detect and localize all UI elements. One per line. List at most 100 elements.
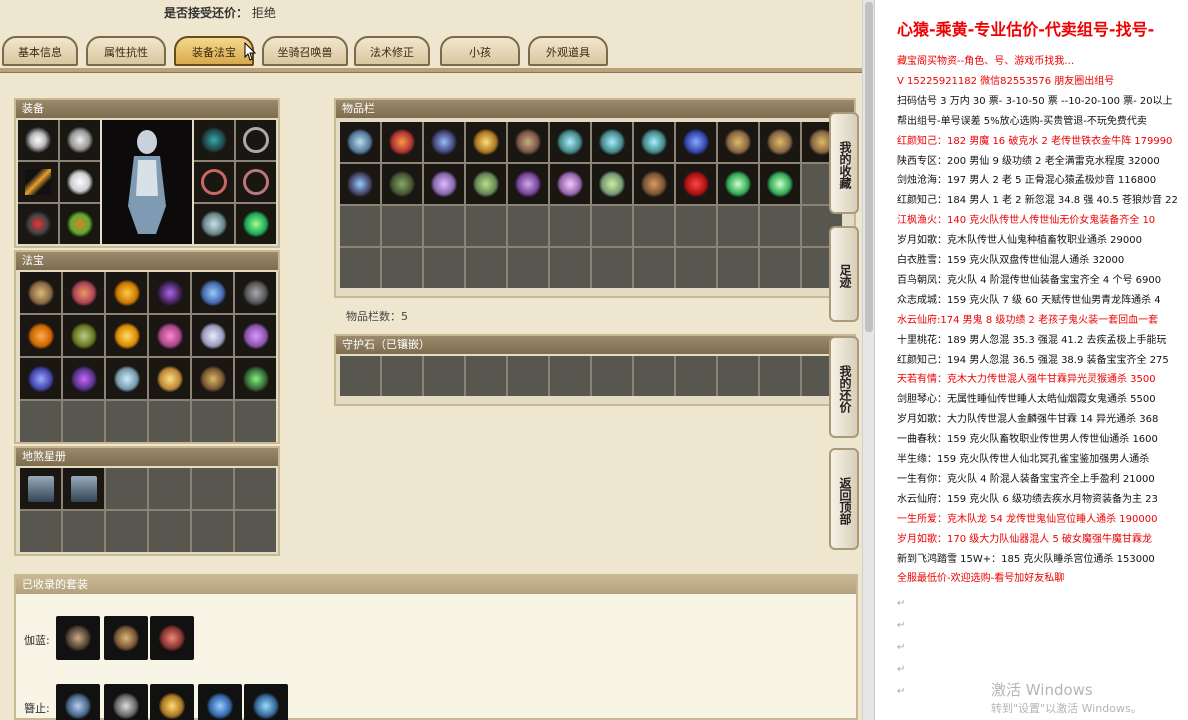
set-item[interactable] xyxy=(56,616,100,660)
fabao-slot[interactable] xyxy=(149,358,190,399)
inventory-slot[interactable] xyxy=(676,122,716,162)
inventory-slot[interactable] xyxy=(550,122,590,162)
inventory-slot[interactable] xyxy=(760,164,800,204)
paragraph-mark: ↵ xyxy=(897,598,906,609)
fabao-slot[interactable] xyxy=(20,315,61,356)
guard-stone-header: 守护石（已镶嵌） xyxy=(336,336,854,354)
fabao-slot[interactable] xyxy=(149,272,190,313)
inventory-slot[interactable] xyxy=(760,122,800,162)
inventory-slot[interactable] xyxy=(634,164,674,204)
mouse-cursor-icon xyxy=(244,42,257,61)
inventory-slot[interactable] xyxy=(718,164,758,204)
inventory-slot[interactable] xyxy=(592,122,632,162)
windows-activation-hint: 转到"设置"以激活 Windows。 xyxy=(991,702,1142,715)
inventory-slot[interactable] xyxy=(340,122,380,162)
fabao-slot[interactable] xyxy=(192,272,233,313)
fabao-slot[interactable] xyxy=(149,315,190,356)
paragraph-mark: ↵ xyxy=(897,664,906,675)
fabao-slot[interactable] xyxy=(63,358,104,399)
set-item[interactable] xyxy=(150,684,194,720)
inventory-slot[interactable] xyxy=(424,122,464,162)
equip-slot[interactable] xyxy=(60,204,100,244)
fabao-slot-empty xyxy=(20,401,61,442)
equip-slot[interactable] xyxy=(236,162,276,202)
my-bargain-button[interactable]: 我的还价 xyxy=(829,336,859,438)
fabao-slot[interactable] xyxy=(106,272,147,313)
tab-appearance[interactable]: 外观道具 xyxy=(528,36,608,66)
set-item[interactable] xyxy=(104,616,148,660)
fabao-header: 法宝 xyxy=(16,252,278,270)
inventory-slot[interactable] xyxy=(424,164,464,204)
tab-spell-correction[interactable]: 法术修正 xyxy=(354,36,430,66)
set-item[interactable] xyxy=(56,684,100,720)
equip-slot[interactable] xyxy=(60,120,100,160)
set-item[interactable] xyxy=(198,684,242,720)
inventory-slot-empty xyxy=(382,248,422,288)
equipment-left-slots xyxy=(18,120,100,244)
equip-slot[interactable] xyxy=(18,204,58,244)
set-item[interactable] xyxy=(244,684,288,720)
set-item[interactable] xyxy=(150,616,194,660)
fabao-slot[interactable] xyxy=(63,272,104,313)
fabao-slot[interactable] xyxy=(20,272,61,313)
my-favorites-button[interactable]: 我的收藏 xyxy=(829,112,859,214)
inventory-slot-empty xyxy=(382,206,422,246)
inventory-slot-empty xyxy=(508,206,548,246)
equip-slot[interactable] xyxy=(60,162,100,202)
equip-slot[interactable] xyxy=(194,204,234,244)
fabao-slot[interactable] xyxy=(235,315,276,356)
paragraph-mark: ↵ xyxy=(897,620,906,631)
inventory-slot[interactable] xyxy=(508,122,548,162)
equip-slot[interactable] xyxy=(18,120,58,160)
footprints-button[interactable]: 足迹 xyxy=(829,226,859,322)
fabao-slot[interactable] xyxy=(192,358,233,399)
tab-divider xyxy=(0,68,862,73)
equip-slot[interactable] xyxy=(194,162,234,202)
tab-basic-info[interactable]: 基本信息 xyxy=(2,36,78,66)
inventory-slot[interactable] xyxy=(382,164,422,204)
document-line: 天若有情：克木大力传世混人强牛甘霖异光灵猴通杀 3500 xyxy=(897,374,1156,386)
equip-slot[interactable] xyxy=(236,120,276,160)
fabao-grid xyxy=(20,272,276,442)
dizhang-slot-empty xyxy=(149,511,190,552)
inventory-slot-empty xyxy=(760,248,800,288)
equipment-right-slots xyxy=(194,120,276,244)
inventory-slot[interactable] xyxy=(340,164,380,204)
tab-mounts-pets[interactable]: 坐骑召唤兽 xyxy=(262,36,348,66)
inventory-slot[interactable] xyxy=(718,122,758,162)
inventory-slot[interactable] xyxy=(508,164,548,204)
fabao-slot[interactable] xyxy=(63,315,104,356)
fabao-slot-empty xyxy=(235,401,276,442)
dizhang-slot[interactable] xyxy=(20,468,61,509)
fabao-slot[interactable] xyxy=(20,358,61,399)
fabao-slot[interactable] xyxy=(235,358,276,399)
tab-attributes[interactable]: 属性抗性 xyxy=(86,36,166,66)
fabao-slot[interactable] xyxy=(192,315,233,356)
document-line: 陕西专区：200 男仙 9 级功绩 2 老全满雷克水程度 32000 xyxy=(897,155,1160,167)
inventory-slot-empty xyxy=(550,248,590,288)
scrollbar-thumb[interactable] xyxy=(865,2,873,332)
equip-slot[interactable] xyxy=(236,204,276,244)
inventory-slot[interactable] xyxy=(382,122,422,162)
set-item[interactable] xyxy=(104,684,148,720)
equip-slot[interactable] xyxy=(194,120,234,160)
inventory-slot[interactable] xyxy=(466,164,506,204)
inventory-slot-empty xyxy=(676,206,716,246)
dizhang-slot-empty xyxy=(235,511,276,552)
dizhang-slot[interactable] xyxy=(63,468,104,509)
fabao-slot[interactable] xyxy=(106,315,147,356)
inventory-slot-empty xyxy=(340,248,380,288)
fabao-slot-empty xyxy=(106,401,147,442)
tab-child[interactable]: 小孩 xyxy=(440,36,520,66)
back-to-top-button[interactable]: 返回顶部 xyxy=(829,448,859,550)
inventory-slot[interactable] xyxy=(634,122,674,162)
fabao-slot[interactable] xyxy=(106,358,147,399)
game-detail-panel: 是否接受还价： 拒绝 基本信息 属性抗性 装备法宝 坐骑召唤兽 法术修正 小孩 … xyxy=(0,0,862,720)
document-line: 全服最低价-欢迎选购-看号加好友私聊 xyxy=(897,573,1065,585)
inventory-slot[interactable] xyxy=(676,164,716,204)
inventory-slot[interactable] xyxy=(550,164,590,204)
fabao-slot[interactable] xyxy=(235,272,276,313)
equip-slot[interactable] xyxy=(18,162,58,202)
inventory-slot[interactable] xyxy=(592,164,632,204)
inventory-slot[interactable] xyxy=(466,122,506,162)
